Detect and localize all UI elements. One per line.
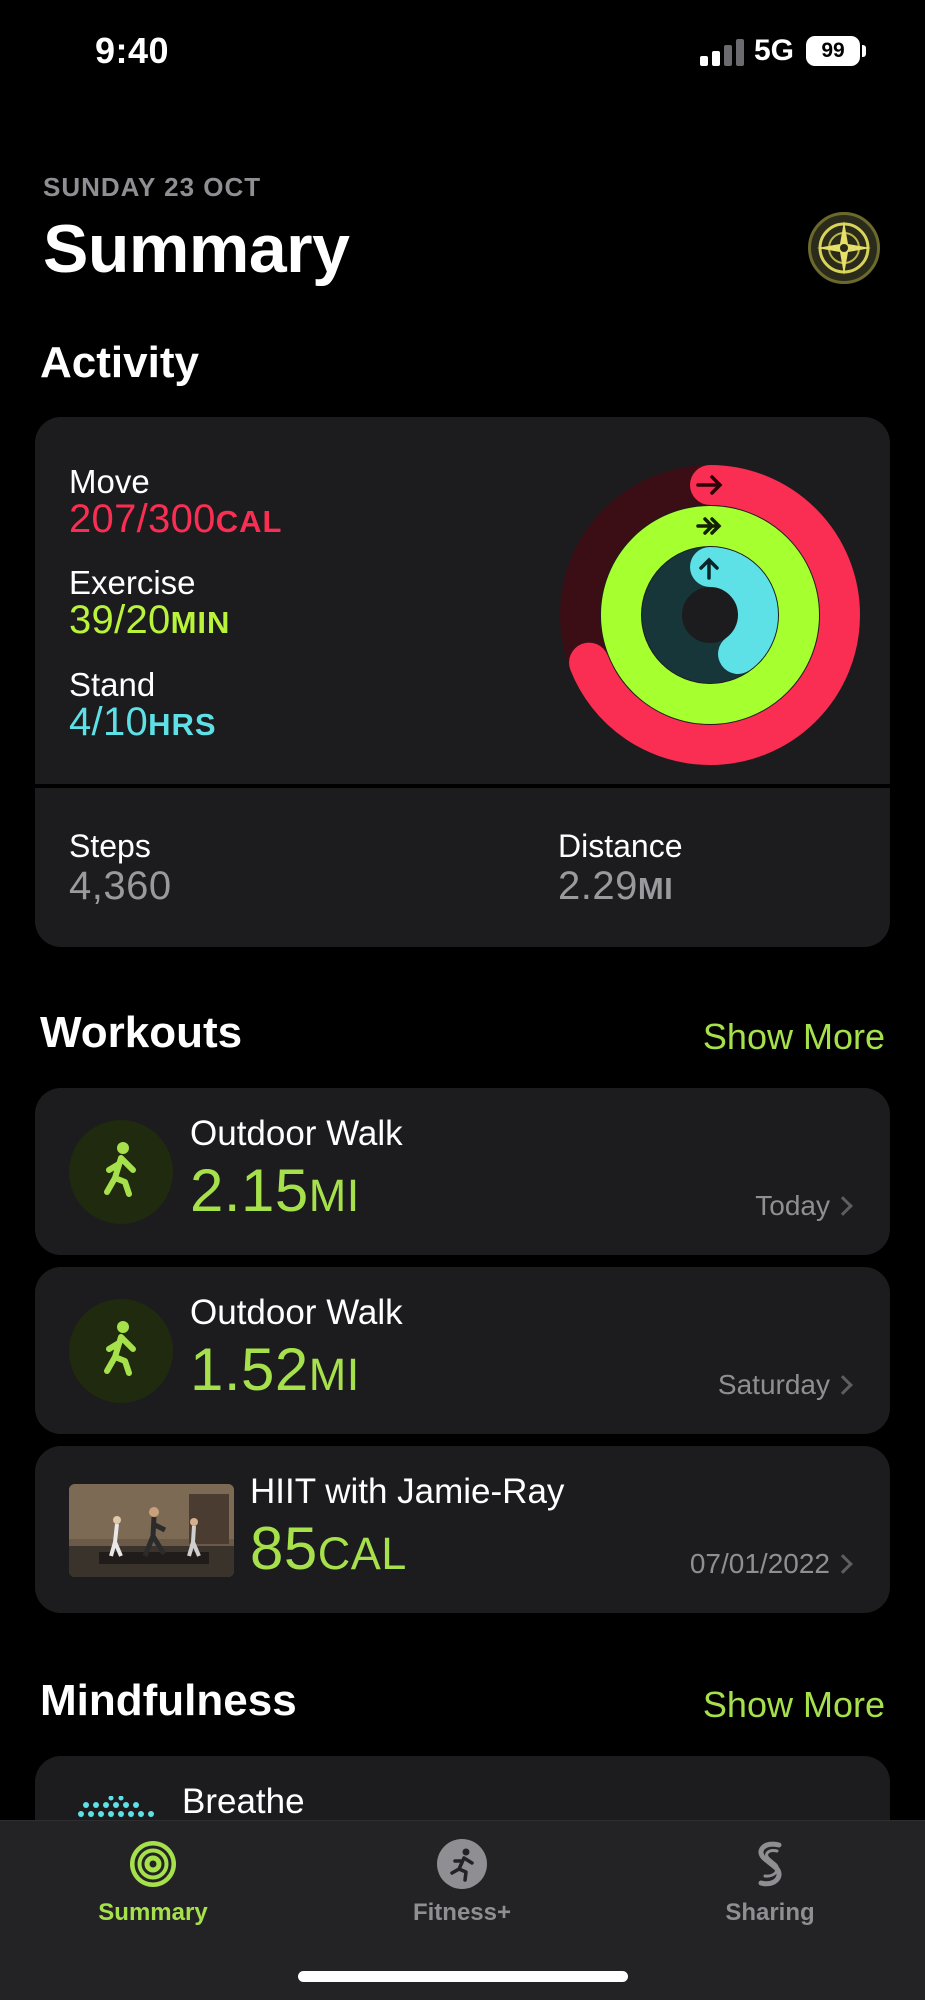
workout-date: 07/01/2022 xyxy=(689,1548,830,1579)
stand-value: 4/10HRS xyxy=(69,700,217,745)
workout-value: 2.15MI xyxy=(190,1156,360,1225)
workout-name: Outdoor Walk xyxy=(190,1114,403,1153)
workouts-section-title: Workouts xyxy=(40,1008,243,1057)
workout-name: Outdoor Walk xyxy=(190,1293,403,1332)
exercise-value: 39/20MIN xyxy=(69,598,230,643)
tab-fitness-plus[interactable]: Fitness+ xyxy=(362,1821,562,1941)
video-thumbnail xyxy=(69,1484,234,1577)
activity-section-title: Activity xyxy=(40,338,199,387)
mindfulness-show-more-link[interactable]: Show More xyxy=(703,1684,885,1726)
activity-rings xyxy=(560,465,860,765)
steps-value: 4,360 xyxy=(69,864,172,908)
distance-value-number: 2.29 xyxy=(558,864,638,908)
workout-date: Saturday xyxy=(717,1369,830,1400)
exercise-value-number: 39/20 xyxy=(69,598,171,642)
workout-value-number: 2.15 xyxy=(190,1157,309,1224)
workout-value-number: 85 xyxy=(250,1515,318,1582)
move-label: Move xyxy=(69,463,150,500)
workout-value-unit: MI xyxy=(308,1170,360,1221)
tab-sharing-label: Sharing xyxy=(725,1899,815,1926)
move-value: 207/300CAL xyxy=(69,497,282,542)
status-time: 9:40 xyxy=(95,30,170,71)
breathe-icon xyxy=(78,1796,154,1817)
walk-icon xyxy=(69,1299,173,1403)
compass-badge-icon xyxy=(817,221,871,275)
activity-rings-icon xyxy=(130,1841,176,1887)
battery-tip xyxy=(862,45,866,57)
workout-value: 85CAL xyxy=(250,1514,407,1583)
tab-sharing[interactable]: Sharing xyxy=(670,1821,870,1941)
tab-fitness-plus-label: Fitness+ xyxy=(412,1899,512,1926)
tab-summary[interactable]: Summary xyxy=(53,1821,253,1941)
battery-icon: 99 xyxy=(806,36,860,66)
status-bar: 9:40 5G 99 xyxy=(0,0,925,100)
workout-name: HIIT with Jamie-Ray xyxy=(250,1472,565,1511)
workout-value: 1.52MI xyxy=(190,1335,360,1404)
page-title: Summary xyxy=(43,211,350,287)
tab-summary-label: Summary xyxy=(98,1899,208,1926)
stand-value-unit: HRS xyxy=(148,707,217,742)
workout-value-unit: CAL xyxy=(317,1528,407,1579)
steps-label: Steps xyxy=(69,828,151,864)
walk-icon xyxy=(69,1120,173,1224)
runner-icon xyxy=(437,1839,487,1889)
workout-value-number: 1.52 xyxy=(190,1336,309,1403)
exercise-label: Exercise xyxy=(69,564,196,601)
workout-card-outdoor-walk[interactable]: Outdoor Walk 2.15MI Today xyxy=(35,1088,890,1255)
signal-strength-icon xyxy=(700,38,746,66)
workout-value-unit: MI xyxy=(308,1349,360,1400)
stand-label: Stand xyxy=(69,666,156,703)
exercise-value-unit: MIN xyxy=(170,605,231,640)
chevron-right-icon xyxy=(833,1375,853,1395)
workout-date: Today xyxy=(755,1190,830,1221)
workouts-show-more-link[interactable]: Show More xyxy=(703,1016,885,1058)
home-indicator xyxy=(298,1971,628,1982)
avatar[interactable] xyxy=(808,212,880,284)
chevron-right-icon xyxy=(833,1196,853,1216)
activity-divider xyxy=(35,784,890,788)
move-value-unit: CAL xyxy=(215,504,283,539)
distance-label: Distance xyxy=(558,828,683,864)
mindfulness-name: Breathe xyxy=(182,1782,305,1821)
sharing-icon xyxy=(758,1841,782,1887)
stand-value-number: 4/10 xyxy=(69,700,149,744)
mindfulness-section-title: Mindfulness xyxy=(40,1676,297,1725)
distance-value-unit: MI xyxy=(637,871,674,906)
workout-card-outdoor-walk[interactable]: Outdoor Walk 1.52MI Saturday xyxy=(35,1267,890,1434)
workout-card-hiit[interactable]: HIIT with Jamie-Ray 85CAL 07/01/2022 xyxy=(35,1446,890,1613)
chevron-right-icon xyxy=(833,1554,853,1574)
distance-value: 2.29MI xyxy=(558,864,673,909)
move-value-number: 207/300 xyxy=(69,497,216,541)
network-type: 5G xyxy=(754,34,795,67)
date-label: SUNDAY 23 OCT xyxy=(43,172,262,202)
